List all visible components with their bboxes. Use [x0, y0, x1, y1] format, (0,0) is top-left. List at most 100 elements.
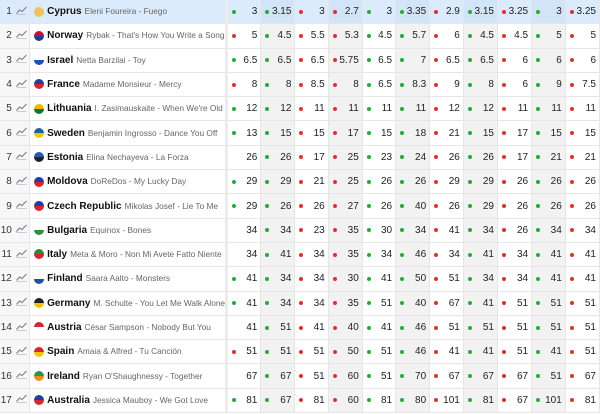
- entry-cell[interactable]: Lithuania I. Zasimauskaite - When We're O…: [29, 96, 229, 122]
- odds-cell[interactable]: 41: [565, 266, 600, 292]
- odds-cell[interactable]: 11: [294, 96, 329, 122]
- odds-cell[interactable]: 26: [497, 169, 533, 195]
- odds-cell[interactable]: 51: [565, 339, 600, 365]
- odds-cell[interactable]: 80: [395, 388, 431, 414]
- odds-cell[interactable]: 15: [565, 120, 600, 146]
- odds-cell[interactable]: 26: [497, 193, 533, 219]
- odds-cell[interactable]: 60: [328, 363, 363, 389]
- odds-cell[interactable]: 34: [294, 291, 329, 316]
- table-row[interactable]: 13 Germany M. Schulte - You Let Me Walk Al…: [0, 291, 600, 316]
- odds-cell[interactable]: 26: [362, 169, 397, 195]
- odds-cell[interactable]: 26: [497, 218, 533, 243]
- odds-cell[interactable]: 41: [362, 266, 397, 292]
- odds-cell[interactable]: 6: [531, 48, 566, 73]
- line-chart-icon[interactable]: [16, 103, 27, 115]
- odds-cell[interactable]: 26: [260, 193, 296, 219]
- odds-cell[interactable]: 8.5: [294, 72, 329, 98]
- odds-cell[interactable]: 7.5: [565, 72, 600, 98]
- odds-cell[interactable]: 51: [429, 266, 464, 292]
- odds-cell[interactable]: 34: [260, 291, 296, 316]
- odds-cell[interactable]: 11: [565, 96, 600, 122]
- odds-cell[interactable]: 41: [362, 315, 397, 341]
- odds-cell[interactable]: 34: [531, 218, 566, 243]
- odds-cell[interactable]: 67: [429, 363, 464, 389]
- odds-cell[interactable]: 11: [395, 96, 431, 122]
- odds-cell[interactable]: 5.5: [294, 23, 329, 49]
- odds-cell[interactable]: 6.5: [260, 48, 296, 73]
- table-row[interactable]: 15 Spain Amaia & Alfred - Tu Canción 51 51 51…: [0, 339, 600, 365]
- odds-cell[interactable]: 41: [429, 339, 464, 365]
- odds-cell[interactable]: 17: [497, 145, 533, 171]
- table-row[interactable]: 17 Australia Jessica Mauboy - We Got Love 8…: [0, 388, 600, 414]
- odds-cell[interactable]: 8: [226, 72, 262, 98]
- odds-cell[interactable]: 81: [226, 388, 262, 414]
- odds-cell[interactable]: 6: [497, 72, 533, 98]
- country-name[interactable]: Spain: [47, 346, 74, 357]
- chart-cell[interactable]: [13, 218, 31, 243]
- odds-cell[interactable]: 34: [497, 266, 533, 292]
- line-chart-icon[interactable]: [16, 346, 27, 358]
- country-name[interactable]: Germany: [47, 298, 90, 309]
- odds-cell[interactable]: 24: [395, 145, 431, 171]
- entry-cell[interactable]: Spain Amaia & Alfred - Tu Canción: [29, 339, 229, 365]
- odds-cell[interactable]: 3: [226, 0, 262, 25]
- odds-cell[interactable]: 51: [531, 363, 566, 389]
- country-name[interactable]: Sweden: [47, 128, 85, 139]
- entry-cell[interactable]: Germany M. Schulte - You Let Me Walk Alon…: [29, 291, 229, 316]
- chart-cell[interactable]: [13, 242, 31, 268]
- table-row[interactable]: 10 Bulgaria Equinox - Bones 34 34 23 35 30 34 41 3…: [0, 218, 600, 243]
- odds-cell[interactable]: 34: [294, 266, 329, 292]
- odds-cell[interactable]: 2.7: [328, 0, 363, 25]
- odds-cell[interactable]: 46: [395, 339, 431, 365]
- table-row[interactable]: 9 Czech Republic Mikolas Josef - Lie To Me…: [0, 193, 600, 219]
- odds-cell[interactable]: 67: [497, 388, 533, 414]
- line-chart-icon[interactable]: [16, 297, 27, 309]
- table-row[interactable]: 11 Italy Meta & Moro - Non Mi Avete Fatto …: [0, 242, 600, 268]
- odds-cell[interactable]: 51: [362, 291, 397, 316]
- odds-cell[interactable]: 34: [497, 242, 533, 268]
- entry-cell[interactable]: Austria César Sampson - Nobody But You: [29, 315, 229, 341]
- country-name[interactable]: Israel: [47, 55, 73, 66]
- line-chart-icon[interactable]: [16, 151, 27, 163]
- entry-cell[interactable]: Ireland Ryan O'Shaughnessy - Together: [29, 363, 229, 389]
- country-name[interactable]: Australia: [47, 395, 90, 406]
- line-chart-icon[interactable]: [16, 322, 27, 334]
- odds-cell[interactable]: 8: [260, 72, 296, 98]
- odds-cell[interactable]: 8: [328, 72, 363, 98]
- entry-cell[interactable]: Estonia Elina Nechayeva - La Forza: [29, 145, 229, 171]
- odds-cell[interactable]: 51: [226, 339, 262, 365]
- odds-cell[interactable]: 6.5: [429, 48, 464, 73]
- odds-cell[interactable]: 26: [260, 145, 296, 171]
- country-name[interactable]: Moldova: [47, 176, 88, 187]
- odds-cell[interactable]: 21: [565, 145, 600, 171]
- odds-cell[interactable]: 3.25: [497, 0, 533, 25]
- chart-cell[interactable]: [13, 363, 31, 389]
- odds-cell[interactable]: 67: [565, 363, 600, 389]
- country-name[interactable]: Austria: [47, 322, 81, 333]
- odds-cell[interactable]: 81: [463, 388, 498, 414]
- odds-cell[interactable]: 13: [226, 120, 262, 146]
- entry-cell[interactable]: Moldova DoReDos - My Lucky Day: [29, 169, 229, 195]
- odds-cell[interactable]: 21: [429, 120, 464, 146]
- entry-cell[interactable]: Italy Meta & Moro - Non Mi Avete Fatto Ni…: [29, 242, 229, 268]
- odds-cell[interactable]: 2.9: [429, 0, 464, 25]
- odds-cell[interactable]: 15: [531, 120, 566, 146]
- chart-cell[interactable]: [13, 96, 31, 122]
- odds-cell[interactable]: 34: [260, 218, 296, 243]
- odds-cell[interactable]: 67: [226, 363, 262, 389]
- odds-cell[interactable]: 6.5: [294, 48, 329, 73]
- odds-cell[interactable]: 34: [226, 218, 262, 243]
- odds-cell[interactable]: 25: [328, 169, 363, 195]
- table-row[interactable]: 12 Finland Saara Aalto - Monsters 41 34 34 30 4…: [0, 266, 600, 292]
- entry-cell[interactable]: Sweden Benjamin Ingrosso - Dance You Off: [29, 120, 229, 146]
- odds-cell[interactable]: 3: [531, 0, 566, 25]
- odds-cell[interactable]: 101: [531, 388, 566, 414]
- odds-cell[interactable]: 41: [294, 315, 329, 341]
- odds-cell[interactable]: 18: [395, 120, 431, 146]
- table-row[interactable]: 4 France Madame Monsieur - Mercy 8 8 8.5 8 6.5 8…: [0, 72, 600, 98]
- odds-cell[interactable]: 29: [226, 169, 262, 195]
- odds-cell[interactable]: 6.5: [362, 48, 397, 73]
- chart-cell[interactable]: [13, 120, 31, 146]
- odds-cell[interactable]: 51: [463, 315, 498, 341]
- odds-cell[interactable]: 11: [328, 96, 363, 122]
